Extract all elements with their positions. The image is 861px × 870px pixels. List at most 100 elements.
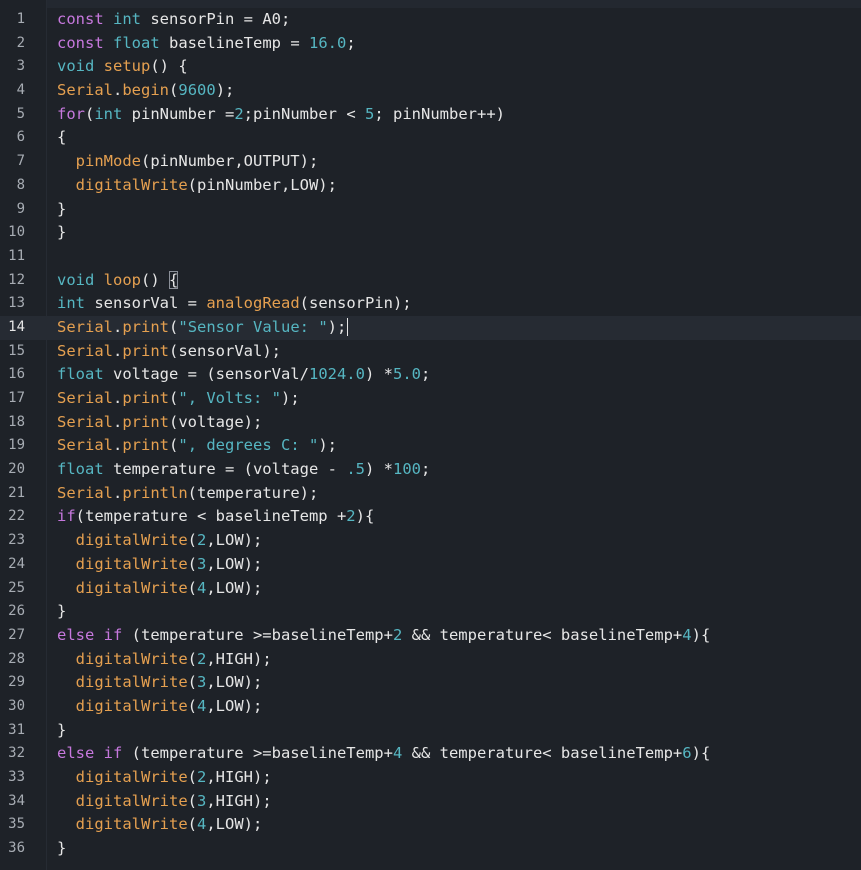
code-text[interactable]: else if (temperature >=baselineTemp+4 &&…: [57, 742, 710, 766]
code-line[interactable]: 36}: [0, 837, 861, 861]
code-line[interactable]: 3 void setup() {: [0, 55, 861, 79]
code-text[interactable]: for(int pinNumber =2;pinNumber < 5; pinN…: [57, 103, 505, 127]
code-text[interactable]: digitalWrite(3,LOW);: [57, 671, 263, 695]
code-text[interactable]: digitalWrite(4,LOW);: [57, 813, 263, 837]
code-text[interactable]: {: [57, 126, 66, 150]
code-token: void: [57, 270, 104, 289]
code-line[interactable]: 25 digitalWrite(4,LOW);: [0, 577, 861, 601]
code-line[interactable]: 2 const float baselineTemp = 16.0;: [0, 32, 861, 56]
code-token: pinMode: [75, 152, 141, 171]
code-token: ,HIGH);: [206, 791, 272, 810]
code-line[interactable]: 31}: [0, 719, 861, 743]
code-text[interactable]: }: [57, 837, 66, 861]
code-token: print: [122, 317, 170, 336]
code-line[interactable]: 5 for(int pinNumber =2;pinNumber < 5; pin…: [0, 103, 861, 127]
code-line[interactable]: 10}: [0, 221, 861, 245]
code-text[interactable]: digitalWrite(2,LOW);: [57, 529, 263, 553]
code-line[interactable]: 18 Serial.print(voltage);: [0, 411, 861, 435]
code-line[interactable]: 8 digitalWrite(pinNumber,LOW);: [0, 174, 861, 198]
code-line[interactable]: 13 int sensorVal = analogRead(sensorPin);: [0, 292, 861, 316]
line-number: 7: [16, 153, 25, 170]
code-line[interactable]: 30 digitalWrite(4,LOW);: [0, 695, 861, 719]
code-line[interactable]: 27 else if (temperature >=baselineTemp+2 …: [0, 624, 861, 648]
code-token: 4: [392, 744, 403, 763]
code-text[interactable]: float voltage = (sensorVal/1024.0) *5.0;: [57, 363, 430, 387]
line-number: 36: [8, 840, 25, 857]
code-token: (: [187, 578, 197, 597]
code-token: () {: [150, 57, 188, 76]
code-editor[interactable]: 1 const int sensorPin = A0; 2 const float b…: [0, 0, 861, 870]
code-line[interactable]: 9}: [0, 198, 861, 222]
code-line[interactable]: 22 if(temperature < baselineTemp +2){: [0, 505, 861, 529]
code-line[interactable]: 29 digitalWrite(3,LOW);: [0, 671, 861, 695]
code-line[interactable]: 23 digitalWrite(2,LOW);: [0, 529, 861, 553]
code-text[interactable]: const float baselineTemp = 16.0;: [57, 32, 356, 56]
code-text[interactable]: }: [57, 221, 66, 245]
code-line[interactable]: 15 Serial.print(sensorVal);: [0, 340, 861, 364]
code-line[interactable]: 34 digitalWrite(3,HIGH);: [0, 790, 861, 814]
code-line[interactable]: 32 else if (temperature >=baselineTemp+4 …: [0, 742, 861, 766]
code-text[interactable]: Serial.begin(9600);: [57, 79, 234, 103]
code-token: ,HIGH);: [206, 768, 272, 786]
code-line[interactable]: 33 digitalWrite(2,HIGH);: [0, 766, 861, 790]
code-text[interactable]: digitalWrite(4,LOW);: [57, 695, 263, 719]
code-text[interactable]: Serial.print("Sensor Value: ");: [57, 316, 349, 340]
code-line[interactable]: 28 digitalWrite(2,HIGH);: [0, 648, 861, 672]
code-line[interactable]: 11: [0, 245, 861, 269]
code-text[interactable]: void loop() {: [57, 269, 179, 293]
code-line[interactable]: 26}: [0, 600, 861, 624]
code-text[interactable]: digitalWrite(3,HIGH);: [57, 790, 272, 814]
code-line[interactable]: 14 Serial.print("Sensor Value: ");: [0, 315, 861, 340]
code-token: begin: [122, 81, 170, 100]
code-text[interactable]: else if (temperature >=baselineTemp+2 &&…: [57, 624, 710, 648]
code-text[interactable]: float temperature = (voltage - .5) *100;: [57, 458, 430, 482]
code-line[interactable]: 7 pinMode(pinNumber,OUTPUT);: [0, 150, 861, 174]
code-token: .: [113, 317, 123, 336]
code-line[interactable]: 24 digitalWrite(3,LOW);: [0, 553, 861, 577]
code-token: print: [122, 341, 170, 360]
line-number: 35: [8, 816, 25, 833]
code-token: ; pinNumber++): [374, 104, 505, 123]
code-text[interactable]: digitalWrite(4,LOW);: [57, 577, 263, 601]
code-line[interactable]: 6{: [0, 126, 861, 150]
code-line[interactable]: 19 Serial.print(", degrees C: ");: [0, 434, 861, 458]
code-text[interactable]: int sensorVal = analogRead(sensorPin);: [57, 292, 412, 316]
code-line[interactable]: 21 Serial.println(temperature);: [0, 482, 861, 506]
code-line[interactable]: 20 float temperature = (voltage - .5) *10…: [0, 458, 861, 482]
code-text[interactable]: if(temperature < baselineTemp +2){: [57, 505, 374, 529]
code-line[interactable]: 16 float voltage = (sensorVal/1024.0) *5.…: [0, 363, 861, 387]
code-token: 5.0: [392, 365, 421, 384]
code-line[interactable]: 4 Serial.begin(9600);: [0, 79, 861, 103]
code-text[interactable]: const int sensorPin = A0;: [57, 8, 290, 32]
line-number: 17: [8, 390, 25, 406]
line-number: 33: [8, 769, 25, 785]
code-text[interactable]: digitalWrite(pinNumber,LOW);: [57, 174, 337, 198]
code-text[interactable]: void setup() {: [57, 55, 188, 79]
code-token: 5: [365, 104, 375, 123]
code-text[interactable]: Serial.print(sensorVal);: [57, 340, 281, 364]
code-text[interactable]: }: [57, 600, 66, 624]
code-text[interactable]: Serial.println(temperature);: [57, 482, 318, 506]
code-token: sensorVal =: [85, 294, 207, 313]
code-text[interactable]: digitalWrite(2,HIGH);: [57, 648, 272, 672]
code-text[interactable]: Serial.print(voltage);: [57, 411, 262, 435]
code-text[interactable]: digitalWrite(3,LOW);: [57, 553, 263, 577]
code-lines[interactable]: 1 const int sensorPin = A0; 2 const float b…: [0, 8, 861, 861]
code-line[interactable]: 1 const int sensorPin = A0;: [0, 8, 861, 32]
code-text[interactable]: digitalWrite(2,HIGH);: [57, 766, 272, 790]
code-text[interactable]: }: [57, 719, 66, 743]
code-text[interactable]: Serial.print(", Volts: ");: [57, 387, 300, 411]
code-token: (sensorVal);: [169, 341, 281, 360]
code-line[interactable]: 12 void loop() {: [0, 269, 861, 293]
code-line[interactable]: 17 Serial.print(", Volts: ");: [0, 387, 861, 411]
code-token: else if: [57, 744, 123, 763]
code-token: sensorPin = A0;: [141, 10, 291, 28]
code-text[interactable]: }: [57, 198, 66, 222]
code-text[interactable]: Serial.print(", degrees C: ");: [57, 434, 337, 458]
code-line[interactable]: 35 digitalWrite(4,LOW);: [0, 813, 861, 837]
code-token: );: [318, 436, 338, 455]
code-text[interactable]: pinMode(pinNumber,OUTPUT);: [57, 150, 319, 174]
